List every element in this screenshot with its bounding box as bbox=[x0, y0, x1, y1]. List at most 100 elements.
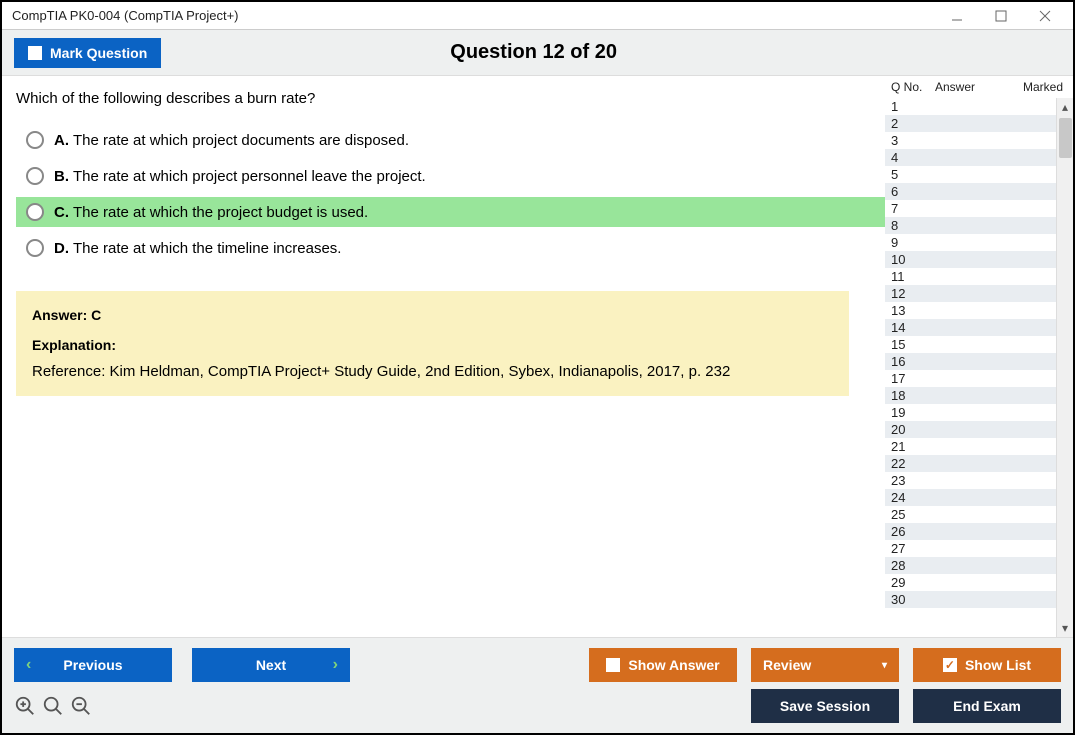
question-list-row[interactable]: 7 bbox=[885, 200, 1056, 217]
question-panel: Which of the following describes a burn … bbox=[2, 76, 885, 637]
radio-icon[interactable] bbox=[26, 203, 44, 221]
question-list-row[interactable]: 10 bbox=[885, 251, 1056, 268]
bottom-bar: ‹ Previous Next › Show Answer Review ▾ ✓… bbox=[2, 637, 1073, 733]
checkbox-icon bbox=[606, 658, 620, 672]
question-list-row[interactable]: 4 bbox=[885, 149, 1056, 166]
row-qno: 21 bbox=[891, 439, 935, 454]
zoom-in-icon[interactable] bbox=[14, 695, 36, 717]
question-list-row[interactable]: 13 bbox=[885, 302, 1056, 319]
col-marked: Marked bbox=[1005, 80, 1067, 94]
scrollbar-thumb[interactable] bbox=[1059, 118, 1072, 158]
minimize-icon[interactable] bbox=[935, 2, 979, 30]
app-window: CompTIA PK0-004 (CompTIA Project+) Mark … bbox=[0, 0, 1075, 735]
row-qno: 24 bbox=[891, 490, 935, 505]
question-list-row[interactable]: 22 bbox=[885, 455, 1056, 472]
scroll-up-icon[interactable]: ▴ bbox=[1062, 100, 1068, 114]
previous-button[interactable]: ‹ Previous bbox=[14, 648, 172, 682]
option-text: The rate at which the timeline increases… bbox=[73, 240, 341, 257]
end-exam-button[interactable]: End Exam bbox=[913, 689, 1061, 723]
question-list-row[interactable]: 1 bbox=[885, 98, 1056, 115]
row-qno: 1 bbox=[891, 99, 935, 114]
question-list-row[interactable]: 24 bbox=[885, 489, 1056, 506]
option-b[interactable]: B. The rate at which project personnel l… bbox=[16, 161, 885, 191]
row-qno: 22 bbox=[891, 456, 935, 471]
radio-icon[interactable] bbox=[26, 239, 44, 257]
row-qno: 11 bbox=[891, 269, 935, 284]
previous-label: Previous bbox=[63, 657, 122, 673]
option-letter: C. bbox=[54, 204, 69, 221]
question-list-header: Q No. Answer Marked bbox=[885, 76, 1073, 98]
explanation-body: Reference: Kim Heldman, CompTIA Project+… bbox=[32, 363, 833, 380]
question-list-row[interactable]: 21 bbox=[885, 438, 1056, 455]
row-qno: 26 bbox=[891, 524, 935, 539]
question-list-wrap: 1234567891011121314151617181920212223242… bbox=[885, 98, 1073, 637]
question-list-row[interactable]: 30 bbox=[885, 591, 1056, 608]
question-list-row[interactable]: 9 bbox=[885, 234, 1056, 251]
question-list-row[interactable]: 27 bbox=[885, 540, 1056, 557]
question-list-row[interactable]: 26 bbox=[885, 523, 1056, 540]
header-bar: Mark Question Question 12 of 20 bbox=[2, 30, 1073, 76]
row-qno: 27 bbox=[891, 541, 935, 556]
check-icon: ✓ bbox=[943, 658, 957, 672]
question-list-row[interactable]: 8 bbox=[885, 217, 1056, 234]
row-qno: 28 bbox=[891, 558, 935, 573]
row-qno: 25 bbox=[891, 507, 935, 522]
review-button[interactable]: Review ▾ bbox=[751, 648, 899, 682]
radio-icon[interactable] bbox=[26, 131, 44, 149]
question-counter: Question 12 of 20 bbox=[6, 41, 1061, 64]
explanation-box: Answer: C Explanation: Reference: Kim He… bbox=[16, 291, 849, 396]
option-letter: A. bbox=[54, 132, 69, 149]
row-qno: 6 bbox=[891, 184, 935, 199]
save-session-button[interactable]: Save Session bbox=[751, 689, 899, 723]
show-list-button[interactable]: ✓ Show List bbox=[913, 648, 1061, 682]
question-list-row[interactable]: 12 bbox=[885, 285, 1056, 302]
question-list-row[interactable]: 2 bbox=[885, 115, 1056, 132]
option-d[interactable]: D. The rate at which the timeline increa… bbox=[16, 233, 885, 263]
close-icon[interactable] bbox=[1023, 2, 1067, 30]
zoom-out-icon[interactable] bbox=[70, 695, 92, 717]
question-list-row[interactable]: 18 bbox=[885, 387, 1056, 404]
row-qno: 30 bbox=[891, 592, 935, 607]
question-list-row[interactable]: 5 bbox=[885, 166, 1056, 183]
question-list-row[interactable]: 11 bbox=[885, 268, 1056, 285]
window-title: CompTIA PK0-004 (CompTIA Project+) bbox=[12, 8, 935, 23]
question-list-row[interactable]: 29 bbox=[885, 574, 1056, 591]
zoom-controls bbox=[14, 695, 92, 717]
question-list[interactable]: 1234567891011121314151617181920212223242… bbox=[885, 98, 1056, 637]
option-text: The rate at which the project budget is … bbox=[73, 204, 368, 221]
radio-icon[interactable] bbox=[26, 167, 44, 185]
scrollbar[interactable]: ▴ ▾ bbox=[1056, 98, 1073, 637]
row-qno: 10 bbox=[891, 252, 935, 267]
question-list-row[interactable]: 20 bbox=[885, 421, 1056, 438]
row-qno: 4 bbox=[891, 150, 935, 165]
save-session-label: Save Session bbox=[780, 698, 870, 714]
question-list-row[interactable]: 19 bbox=[885, 404, 1056, 421]
chevron-left-icon: ‹ bbox=[26, 656, 31, 674]
question-list-row[interactable]: 3 bbox=[885, 132, 1056, 149]
question-list-row[interactable]: 25 bbox=[885, 506, 1056, 523]
question-list-row[interactable]: 6 bbox=[885, 183, 1056, 200]
question-list-row[interactable]: 17 bbox=[885, 370, 1056, 387]
scroll-down-icon[interactable]: ▾ bbox=[1062, 621, 1068, 635]
question-list-row[interactable]: 15 bbox=[885, 336, 1056, 353]
question-list-row[interactable]: 16 bbox=[885, 353, 1056, 370]
col-answer: Answer bbox=[935, 80, 1005, 94]
option-c[interactable]: C. The rate at which the project budget … bbox=[16, 197, 885, 227]
option-a[interactable]: A. The rate at which project documents a… bbox=[16, 125, 885, 155]
option-text: The rate at which project personnel leav… bbox=[73, 168, 426, 185]
row-qno: 3 bbox=[891, 133, 935, 148]
show-answer-button[interactable]: Show Answer bbox=[589, 648, 737, 682]
question-list-row[interactable]: 23 bbox=[885, 472, 1056, 489]
next-button[interactable]: Next › bbox=[192, 648, 350, 682]
show-list-label: Show List bbox=[965, 657, 1031, 673]
zoom-reset-icon[interactable] bbox=[42, 695, 64, 717]
row-qno: 7 bbox=[891, 201, 935, 216]
options-list: A. The rate at which project documents a… bbox=[16, 125, 885, 269]
row-qno: 2 bbox=[891, 116, 935, 131]
maximize-icon[interactable] bbox=[979, 2, 1023, 30]
question-list-row[interactable]: 28 bbox=[885, 557, 1056, 574]
question-list-row[interactable]: 14 bbox=[885, 319, 1056, 336]
show-answer-label: Show Answer bbox=[628, 657, 719, 673]
row-qno: 8 bbox=[891, 218, 935, 233]
option-letter: D. bbox=[54, 240, 69, 257]
